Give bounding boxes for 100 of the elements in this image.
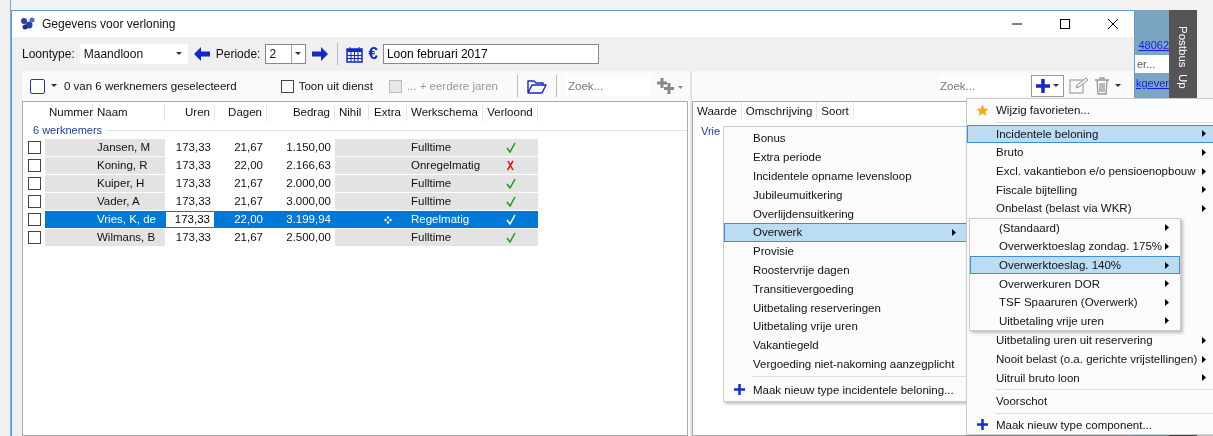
table-cell: Koning, R	[93, 157, 165, 174]
submenu-arrow-icon	[1165, 317, 1169, 325]
search-field[interactable]: Zoek...	[938, 76, 1026, 96]
row-checkbox[interactable]	[27, 141, 41, 154]
caret-icon[interactable]	[1115, 84, 1122, 88]
maximize-icon	[1059, 18, 1071, 30]
group-label: 6 werknemers	[33, 124, 103, 136]
menu-item[interactable]: (Standaard)	[970, 218, 1180, 238]
caret-icon[interactable]	[51, 84, 58, 88]
menu-item[interactable]: Incidentele opname levensloop	[724, 166, 967, 186]
table-row[interactable]: Vader, A 173,33 21,67 3.000,00 Fulltime	[23, 193, 687, 210]
menu-item[interactable]: Overwerktoeslag zondag. 175%	[970, 237, 1180, 256]
table-cell: Fulltime	[407, 139, 483, 156]
row-checkbox[interactable]	[27, 231, 41, 244]
submenu-arrow-icon	[1165, 224, 1169, 232]
column-header[interactable]: Soort	[817, 102, 854, 120]
table-cell: Fulltime	[407, 229, 483, 246]
menu-item[interactable]: Onbelast (belast via WKR)	[967, 198, 1213, 218]
caret-icon	[1053, 84, 1060, 88]
menu-item[interactable]: Wijzig favorieten...	[967, 101, 1213, 120]
menu-item[interactable]: Maak nieuw type component...	[967, 415, 1213, 435]
table-row[interactable]: Wilmans, B 173,33 21,67 2.500,00 Fulltime	[23, 229, 687, 246]
search-field[interactable]: Zoek...	[566, 76, 650, 96]
menu-item[interactable]: Uitbetaling vrije uren	[970, 311, 1180, 331]
side-tab[interactable]: Up	[1177, 73, 1189, 89]
menu-item[interactable]: TSF Spaaruren (Overwerk)	[970, 292, 1180, 312]
loontype-dropdown[interactable]: Maandloon	[79, 44, 188, 64]
table-cell: Vries, K, de	[93, 211, 165, 228]
trash-icon[interactable]	[1094, 77, 1110, 95]
table-cell: 3.199,94	[267, 211, 335, 228]
menu-item[interactable]: Incidentele beloning	[967, 124, 1213, 144]
row-checkbox[interactable]	[27, 213, 41, 226]
caret-icon	[175, 52, 184, 56]
column-header[interactable]: Extra	[369, 103, 407, 121]
background-link[interactable]: kgever	[1135, 77, 1169, 89]
submenu-arrow-icon	[1202, 149, 1206, 156]
table-row[interactable]: Koning, R 173,33 22,00 2.166,63 Onregelmatig	[23, 157, 687, 174]
menu-item[interactable]: Overwerkuren DOR	[970, 274, 1180, 293]
periode-label: Periode:	[215, 47, 261, 61]
table-row[interactable]: Vries, K, de 173,33 22,00 3.199,94 Regelmatig	[23, 211, 687, 228]
menu-item[interactable]: Excl. vakantiebon e/o pensioenopbouw	[967, 161, 1213, 181]
menu-item[interactable]: Uitbetaling reserveringen	[724, 298, 967, 317]
column-header[interactable]: Nihil	[335, 103, 369, 121]
table-cell: Fulltime	[407, 193, 483, 210]
menu-item[interactable]: Bruto	[967, 143, 1213, 162]
column-header[interactable]: Dagen	[215, 103, 267, 121]
column-header[interactable]: Omschrijving	[741, 102, 818, 120]
menu-item[interactable]: Uitruil bruto loon	[967, 368, 1213, 387]
background-field[interactable]: er...	[1135, 55, 1169, 73]
select-all-checkbox[interactable]	[30, 78, 45, 94]
menu-item[interactable]: Overwerk	[724, 223, 967, 242]
table-row[interactable]: Kuiper, H 173,33 21,67 2.000,00 Fulltime	[23, 175, 687, 192]
menu-item[interactable]: Jubileumuitkering	[724, 185, 967, 205]
add-button[interactable]	[1031, 75, 1064, 97]
table-row[interactable]: Jansen, M 173,33 21,67 1.150,00 Fulltime	[23, 139, 687, 156]
column-header[interactable]: Bedrag	[267, 103, 335, 121]
menu-item[interactable]: Uitbetaling vrije uren	[724, 316, 967, 336]
submenu-arrow-icon	[1202, 374, 1206, 382]
submenu-arrow-icon	[1165, 280, 1169, 288]
menu-item[interactable]: Voorschot	[967, 391, 1213, 411]
menu-item[interactable]: Vakantiegeld	[724, 335, 967, 355]
background-link[interactable]: 48062	[1138, 39, 1169, 51]
column-header[interactable]: Verloond	[483, 103, 538, 121]
folder-icon[interactable]	[527, 78, 547, 94]
plus-icon	[733, 384, 745, 396]
periode-spinner[interactable]: 2	[265, 44, 307, 64]
menu-item[interactable]: Roostervrije dagen	[724, 260, 967, 280]
column-header[interactable]: Waarde	[693, 102, 742, 120]
arrow-right-icon[interactable]	[311, 46, 330, 62]
submenu-arrow-icon	[1165, 261, 1169, 269]
side-tab[interactable]: Postbus	[1177, 26, 1189, 68]
row-checkbox[interactable]	[27, 195, 41, 208]
menu-item[interactable]: Maak nieuw type incidentele beloning...	[724, 380, 967, 400]
submenu-arrow-icon	[1202, 186, 1206, 194]
table-cell: Fulltime	[407, 175, 483, 192]
menu-item[interactable]: Overlijdensuitkering	[724, 204, 967, 223]
description-field[interactable]: Loon februari 2017	[382, 44, 599, 64]
menu-item[interactable]: Fiscale bijtelling	[967, 180, 1213, 199]
row-checkbox[interactable]	[27, 159, 41, 172]
menu-item[interactable]: Overwerktoeslag. 140%	[970, 255, 1180, 275]
column-header[interactable]: Werkschema	[407, 103, 483, 121]
table-cell: Regelmatig	[407, 211, 483, 228]
menu-item[interactable]: Extra periode	[724, 147, 967, 167]
menu-item[interactable]: Transitievergoeding	[724, 279, 967, 299]
column-header[interactable]: Uren	[165, 103, 215, 121]
menu-item[interactable]: Vergoeding niet-nakoming aanzegplicht	[724, 354, 967, 374]
table-cell[interactable]: 173,33	[165, 211, 215, 228]
column-header[interactable]: Naam	[93, 103, 165, 121]
add-multiple-icon[interactable]	[656, 77, 684, 95]
menu-item[interactable]: Provisie	[724, 241, 967, 261]
table-cell: Wilmans, B	[93, 229, 165, 246]
row-checkbox[interactable]	[27, 177, 41, 190]
calendar-icon[interactable]	[346, 45, 364, 63]
menu-item[interactable]: Bonus	[724, 129, 967, 148]
submenu-arrow-icon	[1202, 167, 1206, 175]
menu-item[interactable]: Nooit belast (o.a. gerichte vrijstellingen)	[967, 349, 1213, 369]
arrow-left-icon[interactable]	[192, 46, 211, 62]
column-header[interactable]: Nummer	[45, 103, 93, 121]
menu-item[interactable]: Uitbetaling uren uit reservering	[967, 331, 1213, 350]
submenu-arrow-icon	[1165, 298, 1169, 306]
